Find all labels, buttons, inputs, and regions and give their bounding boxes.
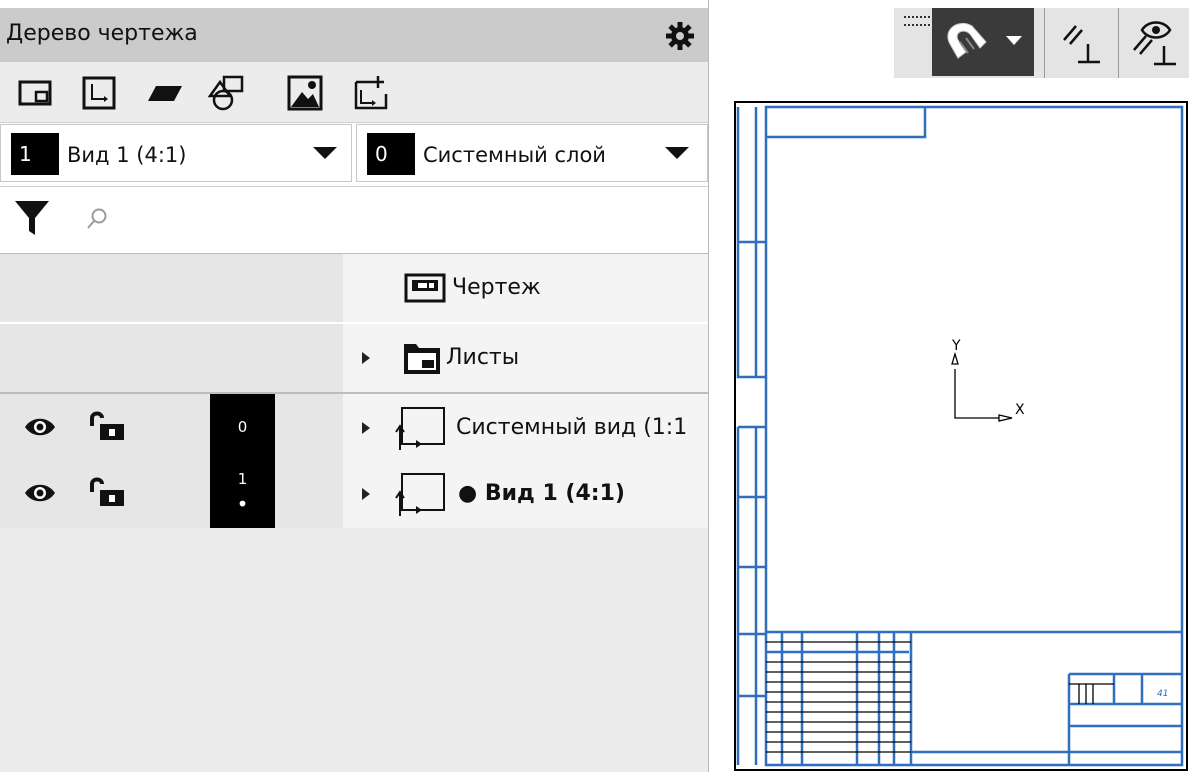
search-icon (87, 208, 107, 229)
view-icon (395, 473, 445, 516)
magnet-icon (947, 22, 987, 59)
tree-item-label: ● Вид 1 (4:1) (458, 481, 625, 506)
filter-row (0, 186, 708, 255)
visibility-snap-icon[interactable] (1130, 16, 1180, 68)
filter-icon[interactable] (14, 199, 50, 237)
tree-item-label: Листы (446, 345, 520, 370)
gear-icon[interactable] (664, 20, 696, 52)
coordinate-axes (951, 351, 1013, 422)
sheet-view-icon[interactable] (16, 74, 54, 112)
view-number-badge: 0 (210, 394, 275, 462)
eye-icon[interactable] (24, 482, 56, 504)
image-icon[interactable] (286, 74, 324, 112)
drawing-sheet: 41 Y X (734, 101, 1188, 771)
unlock-icon[interactable] (88, 476, 128, 508)
layer-number: 0 (367, 133, 415, 175)
search-input[interactable] (116, 201, 700, 239)
tree-row-sheets[interactable]: Листы (0, 324, 708, 392)
stamp-value: 41 (1157, 689, 1168, 699)
tree-item-label: Чертеж (452, 275, 541, 300)
tree-row-system-view[interactable]: 0 Системный вид (1:1 (0, 392, 708, 462)
view-number-badge: 1 • (210, 460, 275, 528)
tree-toolbar (0, 62, 708, 123)
snap-mode-button[interactable] (932, 8, 1034, 76)
local-cs-icon[interactable] (80, 74, 118, 112)
perpendicular-snap-icon[interactable] (1060, 20, 1104, 66)
tree-row-drawing[interactable]: Чертеж (0, 254, 708, 322)
axis-x-label: X (1015, 402, 1025, 418)
panel-titlebar: Дерево чертежа (0, 8, 708, 62)
view-label: Вид 1 (4:1) (67, 143, 187, 167)
expand-arrow-icon[interactable] (362, 488, 370, 500)
view-number: 1 (11, 133, 59, 175)
tree-row-view-1[interactable]: 1 • ● Вид 1 (4:1) (0, 460, 708, 528)
axis-y-label: Y (951, 338, 961, 354)
plane-icon[interactable] (146, 74, 184, 112)
layer-label: Системный слой (423, 143, 606, 167)
chevron-down-icon (665, 147, 689, 159)
view-icon (395, 407, 445, 450)
current-marker: • (236, 492, 249, 516)
chevron-down-icon (1006, 36, 1022, 45)
drawing-icon (404, 273, 446, 303)
expand-arrow-icon[interactable] (362, 422, 370, 434)
grip-handle[interactable] (904, 16, 930, 26)
drawing-tree-panel: Дерево чертежа 1 Вид 1 (4:1) 0 Системный… (0, 0, 709, 772)
title-block-grid (766, 641, 1114, 753)
eye-icon[interactable] (24, 416, 56, 438)
current-layer-select[interactable]: 0 Системный слой (356, 124, 708, 182)
chevron-down-icon (313, 147, 337, 159)
panel-title: Дерево чертежа (6, 21, 198, 46)
snap-toolbar (894, 8, 1189, 78)
sheet-inner-frame (736, 105, 1184, 767)
current-view-select[interactable]: 1 Вид 1 (4:1) (0, 124, 352, 182)
expand-arrow-icon[interactable] (362, 352, 370, 364)
layout-view-icon[interactable] (352, 74, 390, 112)
shapes-icon[interactable] (208, 74, 246, 112)
unlock-icon[interactable] (88, 410, 128, 442)
tree-empty-area (0, 528, 708, 772)
sheets-folder-icon (404, 344, 440, 374)
tree-item-label: Системный вид (1:1 (456, 415, 688, 440)
